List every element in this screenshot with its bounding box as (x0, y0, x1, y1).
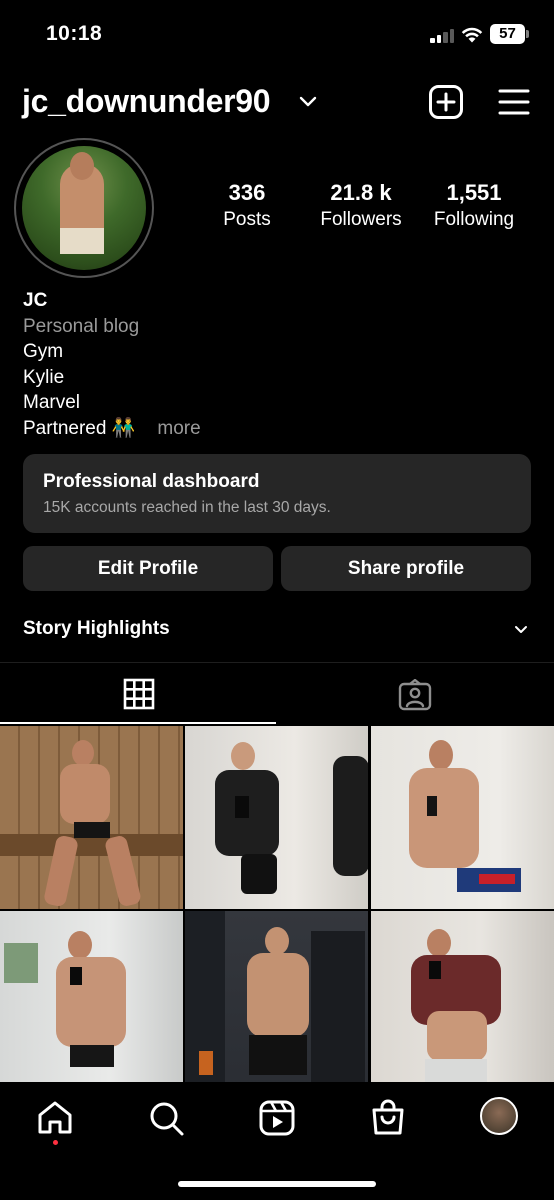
tagged-person-icon[interactable] (398, 679, 432, 711)
dashboard-subtitle: 15K accounts reached in the last 30 days… (43, 499, 331, 516)
story-highlights-toggle[interactable]: Story Highlights (23, 618, 170, 640)
profile-header: jc_downunder90 (0, 78, 554, 128)
search-icon[interactable] (146, 1098, 186, 1138)
status-bar: 10:18 57 (0, 0, 554, 70)
post-thumbnail[interactable] (185, 911, 368, 1082)
active-tab-indicator (0, 722, 276, 724)
share-profile-button[interactable]: Share profile (281, 546, 531, 591)
stat-value: 336 (228, 180, 266, 205)
create-post-icon[interactable] (428, 84, 464, 120)
shop-icon[interactable] (368, 1098, 408, 1138)
dashboard-title: Professional dashboard (43, 471, 260, 492)
stat-followers[interactable]: 21.8 k Followers (310, 180, 412, 231)
post-thumbnail[interactable] (371, 726, 554, 909)
profile-tab-avatar[interactable] (480, 1097, 518, 1135)
stat-label: Posts (223, 209, 271, 230)
display-name: JC (23, 290, 48, 311)
stat-value: 21.8 k (330, 180, 392, 205)
post-thumbnail[interactable] (0, 911, 183, 1082)
posts-grid (0, 726, 554, 1082)
stat-posts[interactable]: 336 Posts (207, 180, 287, 231)
post-thumbnail[interactable] (0, 726, 183, 909)
battery-level: 57 (490, 24, 525, 44)
post-thumbnail[interactable] (371, 911, 554, 1082)
notification-dot (53, 1140, 58, 1145)
status-time: 10:18 (46, 22, 103, 45)
cellular-signal-icon (430, 27, 456, 43)
edit-profile-button[interactable]: Edit Profile (23, 546, 273, 591)
battery-icon: 57 (490, 24, 530, 44)
profile-bio: JC Personal blog Gym Kylie Marvel Partne… (23, 288, 201, 442)
grid-icon[interactable] (123, 678, 155, 710)
bio-line: Gym (23, 341, 64, 363)
username-switcher[interactable]: jc_downunder90 (22, 83, 271, 120)
stat-following[interactable]: 1,551 Following (424, 180, 524, 231)
chevron-down-icon[interactable] (513, 624, 529, 636)
bio-line: Kylie (23, 366, 65, 388)
reels-icon[interactable] (257, 1098, 297, 1138)
bio-last-line: Partnered 👬 more (23, 416, 201, 442)
wifi-icon (461, 27, 483, 43)
bio-line: Marvel (23, 392, 81, 414)
bio-more-link[interactable]: more (157, 418, 200, 439)
home-indicator (178, 1181, 376, 1187)
profile-avatar[interactable] (22, 146, 146, 270)
bio-line: Partnered 👬 (23, 417, 136, 439)
stat-label: Following (433, 209, 515, 230)
post-thumbnail[interactable] (185, 726, 368, 909)
stat-value: 1,551 (446, 180, 502, 205)
professional-dashboard-card[interactable]: Professional dashboard 15K accounts reac… (23, 454, 531, 533)
hamburger-menu-icon[interactable] (498, 88, 530, 116)
stat-label: Followers (320, 209, 402, 230)
chevron-down-icon[interactable] (298, 94, 318, 110)
home-icon[interactable] (35, 1098, 75, 1138)
profile-category: Personal blog (23, 315, 140, 337)
